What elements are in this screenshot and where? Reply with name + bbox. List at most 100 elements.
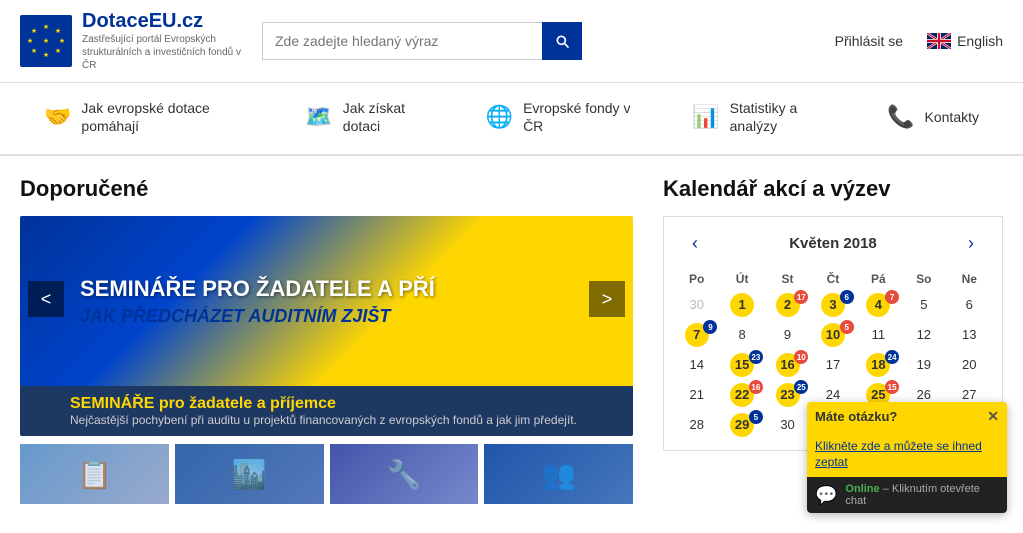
event-badge: 5 [749,410,763,424]
thumb-item-3[interactable]: 👥 [484,444,633,504]
search-input[interactable] [262,22,542,60]
nav-label-kontakty: Kontakty [925,108,979,126]
svg-text:★: ★ [43,51,49,59]
day-number: 6 [957,293,981,317]
calendar-day-cell: 13 [947,320,992,350]
header: ★ ★ ★ ★ ★ ★ ★ ★ ★ DotaceEU.cz Zastřešují… [0,0,1023,83]
calendar-header: ‹ Květen 2018 › [674,227,992,260]
day-number: 8 [730,323,754,347]
carousel: SEMINÁŘE PRO ŽADATELE A PŘÍ JAK PŘEDCHÁZ… [20,216,633,436]
calendar-day-header: St [765,268,810,290]
calendar-day-cell[interactable]: 2216 [719,380,764,410]
calendar-day-cell: 11 [856,320,901,350]
nav-label-jak-ziskat: Jak získat dotaci [343,99,438,135]
calendar-day-cell[interactable]: 1 [719,290,764,320]
carousel-bottom-title: SEMINÁŘE pro žadatele a příjemce [70,394,336,413]
header-right: Přihlásit se English [835,33,1003,49]
calendar-day-header: So [901,268,946,290]
svg-text:★: ★ [59,37,65,45]
day-number: 30 [685,293,709,317]
language-selector[interactable]: English [927,33,1003,49]
carousel-bottom: SEMINÁŘE pro žadatele a příjemce Nejčast… [20,386,633,436]
calendar-day-header: Po [674,268,719,290]
chat-popup-footer[interactable]: 💬 Online – Kliknutím otevřete chat [807,477,1007,513]
day-number: 19 [912,353,936,377]
event-badge: 5 [840,320,854,334]
chat-online-text: Online – Kliknutím otevřete chat [845,483,999,507]
calendar-day-cell[interactable]: 1610 [765,350,810,380]
calendar-day-cell[interactable]: 2325 [765,380,810,410]
event-badge: 9 [703,320,717,334]
calendar-day-header: Út [719,268,764,290]
carousel-next-button[interactable]: > [589,281,625,317]
chat-close-button[interactable]: ✕ [987,408,999,425]
svg-text:★: ★ [31,27,37,35]
calendar-week-row: 79 89 10511 12 13 [674,320,992,350]
svg-text:★: ★ [43,23,49,31]
calendar-day-header: Ne [947,268,992,290]
calendar-day-cell: 8 [719,320,764,350]
calendar-day-cell: 5 [901,290,946,320]
chat-popup-link[interactable]: Klikněte zde a můžete se ihned zeptat [815,439,982,469]
thumb-icon-1: 🏙️ [232,458,267,491]
calendar-day-cell: 6 [947,290,992,320]
svg-text:★: ★ [31,47,37,55]
thumb-icon-3: 👥 [541,458,576,491]
event-badge: 15 [885,380,899,394]
thumb-item-1[interactable]: 🏙️ [175,444,324,504]
chat-popup: Máte otázku? ✕ Klikněte zde a můžete se … [807,402,1007,513]
carousel-bottom-desc: Nejčastější pochybení při auditu u proje… [70,413,577,429]
event-badge: 10 [794,350,808,364]
nav-item-evropske-fondy[interactable]: 🌐 Evropské fondy v ČR [462,83,669,154]
calendar-week-row: 301217364756 [674,290,992,320]
calendar-day-cell[interactable]: 1824 [856,350,901,380]
chat-popup-title: Máte otázku? [815,409,897,424]
day-number: 14 [685,353,709,377]
calendar-day-header: Čt [810,268,855,290]
calendar-day-cell: 30 [765,410,810,440]
calendar-next-button[interactable]: › [960,233,982,254]
nav-item-kontakty[interactable]: 📞 Kontakty [863,88,1003,149]
day-number: 9 [776,323,800,347]
chat-bubble-icon: 💬 [815,485,837,506]
calendar-day-cell: 19 [901,350,946,380]
carousel-slide: SEMINÁŘE PRO ŽADATELE A PŘÍ JAK PŘEDCHÁZ… [20,216,633,386]
carousel-prev-button[interactable]: < [28,281,64,317]
calendar-day-cell: 17 [810,350,855,380]
calendar-day-cell: 12 [901,320,946,350]
event-badge: 25 [794,380,808,394]
language-label: English [957,33,1003,49]
calendar-prev-button[interactable]: ‹ [684,233,706,254]
calendar-day-cell[interactable]: 217 [765,290,810,320]
chat-popup-body: Klikněte zde a můžete se ihned zeptat [807,431,1007,477]
event-badge: 17 [794,290,808,304]
calendar-day-cell[interactable]: 295 [719,410,764,440]
event-badge: 23 [749,350,763,364]
uk-flag-icon [927,33,951,49]
event-badge: 6 [840,290,854,304]
calendar-header-row: PoÚtStČtPáSoNe [674,268,992,290]
logo-text: DotaceEU.cz Zastřešující portál Evropský… [82,10,242,72]
day-number: 5 [912,293,936,317]
event-badge: 16 [749,380,763,394]
calendar-day-cell[interactable]: 36 [810,290,855,320]
day-number: 28 [685,413,709,437]
calendar-day-cell[interactable]: 79 [674,320,719,350]
chat-popup-header: Máte otázku? ✕ [807,402,1007,431]
login-link[interactable]: Přihlásit se [835,33,903,49]
nav-item-jak-ziskat[interactable]: 🗺️ Jak získat dotaci [281,83,461,154]
search-icon [554,33,570,49]
svg-text:★: ★ [27,37,33,45]
calendar-day-cell[interactable]: 105 [810,320,855,350]
left-panel: Doporučené SEMINÁŘE PRO ŽADATELE A PŘÍ J… [20,176,633,504]
event-badge: 24 [885,350,899,364]
nav-item-statistiky[interactable]: 📊 Statistiky a analýzy [668,83,863,154]
nav-item-jak-evropske[interactable]: 🤝 Jak evropské dotace pomáhají [20,83,281,154]
thumb-item-0[interactable]: 📋 [20,444,169,504]
calendar-day-cell[interactable]: 47 [856,290,901,320]
directions-icon: 🗺️ [305,104,332,130]
search-button[interactable] [542,22,582,60]
thumb-item-2[interactable]: 🔧 [330,444,479,504]
day-number: 12 [912,323,936,347]
calendar-day-cell[interactable]: 1523 [719,350,764,380]
